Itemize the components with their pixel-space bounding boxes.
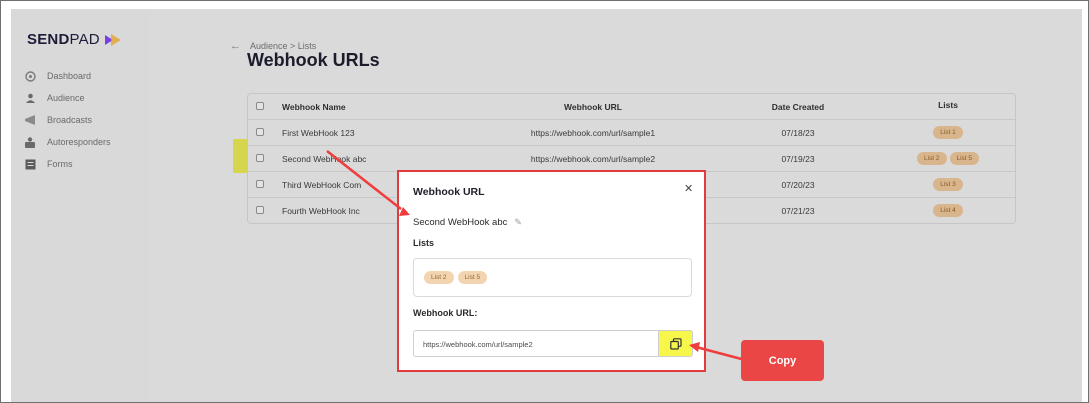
- arrow-head-icon: [689, 342, 700, 352]
- copy-callout: Copy: [741, 340, 824, 381]
- annotation-arrows: [326, 150, 750, 363]
- screenshot-frame: SEND PAD Dashboard Audience Broadcasts A…: [0, 0, 1089, 403]
- arrow-to-modal: [326, 150, 402, 210]
